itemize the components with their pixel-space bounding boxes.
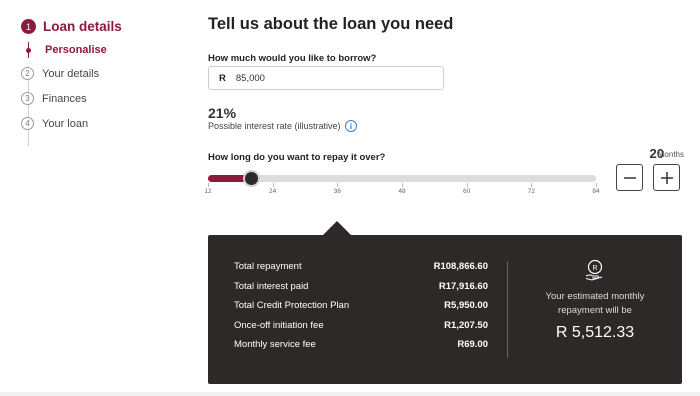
slider-tick-label: 84 [592,188,600,195]
repayment-term-slider[interactable] [208,172,596,185]
current-substep-dot [26,47,31,53]
months-unit: Months [657,150,684,159]
summary-row: Total repayment R108,866.60 [234,261,488,281]
slider-tick [337,183,339,187]
summary-row: Total interest paid R17,916.60 [234,281,488,301]
repay-question: How long do you want to repay it over? [208,152,386,163]
slider-tick-label: 36 [333,188,341,195]
step-label: Loan details [43,19,122,34]
slider-tick [531,183,533,187]
step-label: Personalise [45,44,107,56]
step-number: 2 [21,67,34,80]
interest-rate-label: Possible interest rate (illustrative) [208,121,341,131]
summary-row-value: R17,916.60 [438,280,488,292]
summary-row: Monthly service fee R69.00 [234,339,488,359]
slider-tick [208,183,209,187]
step-number: 1 [21,19,36,34]
slider-tick-label: 48 [398,188,406,195]
slider-tick [466,183,468,187]
summary-row-value: R108,866.60 [433,261,488,272]
step-number: 4 [21,117,34,130]
panel-pointer [323,221,351,235]
page-title: Tell us about the loan you need [208,15,454,33]
slider-tick-label: 72 [527,188,535,195]
minus-icon [623,176,636,179]
slider-tick [596,183,597,187]
svg-text:R: R [592,265,597,272]
summary-row-label: Once-off initiation fee [234,319,324,331]
loan-amount-input[interactable] [235,72,416,84]
step-label: Finances [42,92,87,105]
borrow-question: How much would you like to borrow? [208,53,377,64]
slider-ticks: 12 24 36 48 60 72 84 [204,183,600,197]
monthly-estimate: R Your estimated monthly repayment will … [508,259,682,342]
step-your-details[interactable]: 2 Your details [21,61,191,86]
coin-hand-icon: R [585,259,603,281]
step-your-loan[interactable]: 4 Your loan [21,111,191,136]
info-icon[interactable]: i [345,120,357,132]
slider-tick [272,183,274,187]
step-loan-details[interactable]: 1 Loan details [21,14,191,39]
step-finances[interactable]: 3 Finances [21,86,191,111]
plus-icon [660,171,673,184]
summary-row-value: R69.00 [457,339,488,350]
estimate-value: R 5,512.33 [555,324,635,341]
interest-rate-value: 21% [208,105,237,121]
step-label: Your loan [42,117,89,130]
summary-rows: Total repayment R108,866.60 Total intere… [234,261,488,359]
step-personalise[interactable]: Personalise [21,39,191,61]
slider-tick-label: 60 [463,188,471,195]
summary-row-value: R5,950.00 [444,300,488,311]
decrease-months-button[interactable] [616,164,643,191]
slider-tick [402,183,403,187]
increase-months-button[interactable] [653,164,680,191]
summary-row-label: Total interest paid [234,280,309,292]
summary-row-label: Monthly service fee [234,339,316,350]
summary-row-label: Total repayment [234,261,302,272]
slider-tick-label: 24 [269,188,277,195]
slider-tick-label: 12 [204,188,212,195]
loan-amount-field[interactable]: R [208,66,444,90]
summary-row-label: Total Credit Protection Plan [234,300,350,311]
currency-symbol: R [219,72,226,84]
summary-row-value: R1,207.50 [444,319,488,331]
progress-stepper: 1 Loan details Personalise 2 Your detail… [21,14,191,146]
estimate-label: Your estimated monthly repayment will be [545,291,645,316]
page-bottom-edge [0,392,700,396]
step-number: 3 [21,92,34,105]
repayment-summary-panel: Total repayment R108,866.60 Total intere… [208,235,682,384]
step-label: Your details [42,67,100,80]
summary-row: Total Credit Protection Plan R5,950.00 [234,300,488,320]
summary-row: Once-off initiation fee R1,207.50 [234,320,488,340]
